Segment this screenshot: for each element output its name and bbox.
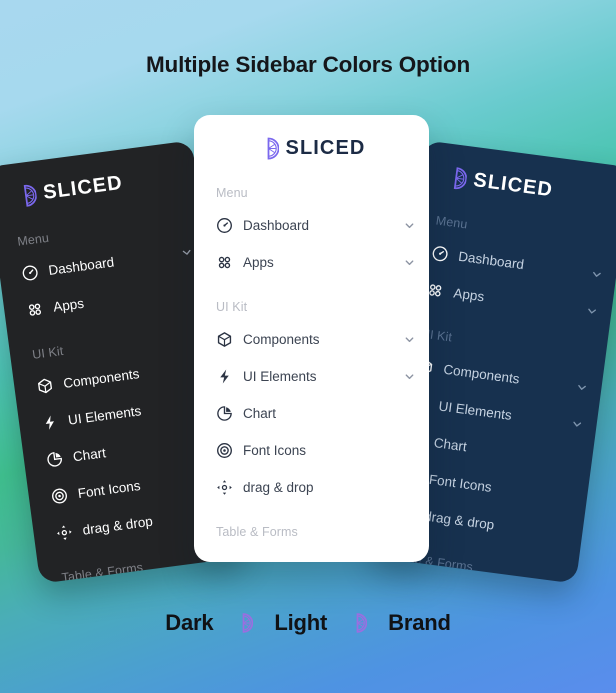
page-background: Multiple Sidebar Colors Option SLICED Me… [0, 0, 616, 693]
chevron-down-icon[interactable] [404, 220, 415, 231]
page-title: Multiple Sidebar Colors Option [145, 52, 470, 77]
pie-chart-icon [47, 451, 62, 467]
theme-legend: Dark Light Brand [0, 610, 616, 636]
chevron-down-icon[interactable] [576, 381, 588, 393]
sidebar-item-label: UI Elements [243, 368, 317, 384]
citrus-slice-icon [356, 613, 368, 633]
chevron-down-icon[interactable] [586, 304, 598, 316]
sidebar-item-label: Dashboard [243, 217, 310, 233]
sidebar-nav-light: Menu Dashboard Apps UI Kit Components UI… [194, 186, 429, 539]
citrus-slice-icon [267, 137, 279, 160]
sidebar-item-label: Dashboard [47, 253, 115, 278]
at-sign-icon [217, 442, 232, 458]
sidebar-item-label: UI Elements [437, 397, 513, 423]
gauge-icon [22, 264, 38, 280]
sidebar-item-label: drag & drop [423, 507, 496, 533]
sidebar-item-font-icons[interactable]: Font Icons [216, 435, 429, 465]
sidebar-item-components[interactable]: Components [216, 324, 429, 354]
brand-logo-brand[interactable]: SLICED [418, 140, 616, 212]
sidebar-item-label: Font Icons [428, 471, 493, 495]
sidebar-item-dashboard[interactable]: Dashboard [216, 210, 429, 240]
sidebar-item-label: UI Elements [67, 402, 143, 428]
pie-chart-icon [217, 405, 232, 421]
chevron-down-icon[interactable] [404, 334, 415, 345]
sidebar-item-label: Components [243, 331, 320, 347]
chevron-down-icon[interactable] [591, 268, 603, 280]
brand-logo-text: SLICED [285, 137, 366, 159]
lightning-bolt-icon [220, 369, 229, 383]
sidebar-item-label: Chart [243, 405, 277, 421]
gauge-icon [217, 217, 232, 233]
sidebar-item-label: Chart [71, 444, 107, 464]
sidebar-item-label: Apps [52, 295, 85, 315]
section-label-ui-kit: UI Kit [216, 300, 248, 314]
sidebar-item-label: Dashboard [457, 248, 525, 272]
legend-label-dark: Dark [165, 610, 214, 635]
grid-dots-icon [28, 303, 41, 316]
brand-logo-text: SLICED [472, 169, 555, 202]
sidebar-item-label: Components [442, 361, 521, 387]
citrus-slice-icon [23, 184, 37, 207]
chevron-down-icon[interactable] [181, 246, 193, 258]
section-label-table-forms: Table & Forms [216, 525, 298, 539]
lightning-bolt-icon [45, 415, 54, 430]
move-arrows-icon [217, 479, 232, 495]
legend-label-brand: Brand [388, 610, 451, 635]
sidebar-item-label: Apps [452, 284, 486, 304]
sidebar-item-chart[interactable]: Chart [216, 398, 429, 428]
legend-label-light: Light [274, 610, 328, 635]
sidebar-item-apps[interactable]: Apps [216, 247, 429, 277]
citrus-slice-icon [243, 613, 254, 633]
brand-logo-light[interactable]: SLICED [194, 115, 429, 160]
chevron-down-icon[interactable] [571, 417, 583, 429]
sidebar-item-label: Font Icons [243, 442, 307, 458]
chevron-down-icon[interactable] [404, 371, 415, 382]
section-label-menu: Menu [216, 186, 248, 200]
sidebar-item-drag-drop[interactable]: drag & drop [216, 472, 429, 502]
cube-icon [37, 378, 52, 393]
at-sign-icon [51, 488, 67, 504]
sidebar-item-label: drag & drop [243, 479, 314, 495]
gauge-icon [432, 245, 448, 261]
brand-logo-dark[interactable]: SLICED [0, 140, 198, 212]
citrus-slice-icon [453, 167, 467, 190]
sidebar-item-label: Apps [243, 254, 274, 270]
move-arrows-icon [57, 524, 72, 540]
sidebar-item-label: Font Icons [76, 477, 142, 501]
sidebar-card-light[interactable]: SLICED Menu Dashboard Apps UI Kit Compon… [194, 115, 429, 562]
grid-dots-icon [218, 256, 231, 268]
sidebar-item-label: Components [62, 365, 141, 391]
chevron-down-icon[interactable] [404, 257, 415, 268]
brand-logo-text: SLICED [41, 171, 125, 204]
cube-icon [217, 331, 232, 347]
sidebar-item-ui-elements[interactable]: UI Elements [216, 361, 429, 391]
sidebar-item-label: Chart [433, 434, 468, 454]
